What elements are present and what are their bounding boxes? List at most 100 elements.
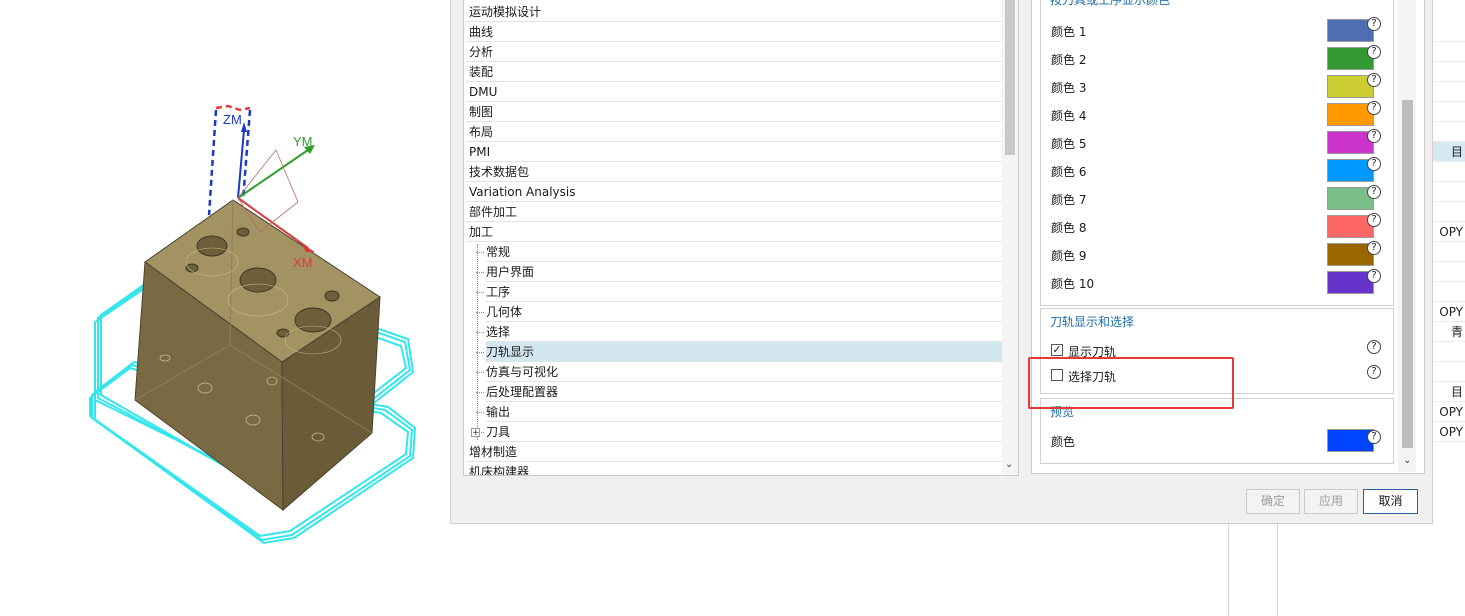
tree-item[interactable]: 用户界面	[486, 262, 1003, 282]
tree-item[interactable]: DMU	[466, 82, 1003, 102]
tree-item[interactable]: 机床构建器	[466, 462, 1003, 475]
help-icon[interactable]: ?	[1367, 430, 1381, 444]
color-label: 颜色 4	[1051, 109, 1087, 123]
axis-label-x: XM	[293, 255, 313, 270]
select-toolpath-checkbox[interactable]	[1051, 369, 1063, 381]
tree-item-label[interactable]: 增材制造	[466, 445, 517, 459]
tree-item[interactable]: 布局	[466, 122, 1003, 142]
show-toolpath-checkbox[interactable]: ✓	[1051, 344, 1063, 356]
toolpath-display-select-group: 刀轨显示和选择 ✓ 显示刀轨 ? 选择刀轨 ?	[1040, 308, 1394, 394]
show-toolpath-label[interactable]: 显示刀轨	[1068, 343, 1116, 360]
tree-connector	[476, 382, 486, 402]
tree-item[interactable]: Variation Analysis	[466, 182, 1003, 202]
cancel-button[interactable]: 取消	[1363, 489, 1418, 514]
color-label: 颜色 5	[1051, 137, 1087, 151]
tree-item-label[interactable]: PMI	[466, 145, 490, 159]
tree-item-label[interactable]: 工序	[486, 285, 510, 299]
help-icon[interactable]: ?	[1367, 101, 1381, 115]
tree-item-label[interactable]: 输出	[486, 405, 510, 419]
tree-item-label[interactable]: DMU	[466, 85, 497, 99]
help-icon[interactable]: ?	[1367, 129, 1381, 143]
tree-connector	[476, 242, 486, 262]
preview-color-label: 颜色	[1051, 435, 1076, 449]
settings-scrollbar-thumb[interactable]	[1402, 100, 1413, 448]
tree-item[interactable]: 选择	[486, 322, 1003, 342]
graphics-viewport[interactable]: ZM YM XM	[0, 0, 450, 616]
select-toolpath-label[interactable]: 选择刀轨	[1068, 368, 1116, 385]
scroll-down-arrow-icon[interactable]: ⌄	[1403, 455, 1411, 466]
help-icon[interactable]: ?	[1367, 185, 1381, 199]
tree-item[interactable]: 分析	[466, 42, 1003, 62]
tree-item[interactable]: PMI	[466, 142, 1003, 162]
ok-button[interactable]: 确定	[1246, 489, 1300, 514]
tree-item[interactable]: 后处理配置器	[486, 382, 1003, 402]
tree-item[interactable]: 曲线	[466, 22, 1003, 42]
tree-item-label[interactable]: 运动模拟设计	[466, 5, 541, 19]
help-icon[interactable]: ?	[1367, 241, 1381, 255]
toolpath-group-title: 刀轨显示和选择	[1050, 315, 1135, 329]
tree-item[interactable]: 部件加工	[466, 202, 1003, 222]
tree-item[interactable]: 运动模拟设计	[466, 2, 1003, 22]
tree-item-label[interactable]: 加工	[466, 225, 493, 239]
color-row: 颜色 2?	[1051, 45, 1391, 73]
color-group-title: 按刀具或工序显示颜色	[1050, 0, 1171, 7]
help-icon[interactable]: ?	[1367, 269, 1381, 283]
tree-item-label[interactable]: 刀轨显示	[486, 345, 534, 359]
scroll-down-arrow-icon[interactable]: ⌄	[1005, 459, 1013, 470]
tree-item-label[interactable]: 装配	[466, 65, 493, 79]
help-icon[interactable]: ?	[1367, 73, 1381, 87]
color-row: 颜色 5?	[1051, 129, 1391, 157]
tree-item-label[interactable]: 用户界面	[486, 265, 534, 279]
tree-item-label[interactable]: 机床构建器	[466, 465, 529, 475]
help-icon[interactable]: ?	[1367, 213, 1381, 227]
tree-item-label[interactable]: 技术数据包	[466, 165, 529, 179]
preferences-category-tree[interactable]: 运动模拟设计 曲线分析装配 DMU 制图布局 PMI 技术数据包 Variation Ana…	[463, 0, 1019, 476]
tree-item[interactable]: 加工	[466, 222, 1003, 242]
color-label: 颜色 3	[1051, 81, 1087, 95]
tree-item-label[interactable]: 选择	[486, 325, 510, 339]
tree-item-label[interactable]: 几何体	[486, 305, 522, 319]
tree-item[interactable]: 刀轨显示	[486, 342, 1003, 362]
tree-item-label[interactable]: 分析	[466, 45, 493, 59]
help-icon[interactable]: ?	[1367, 340, 1381, 354]
preview-color-row: 颜色 ?	[1051, 427, 1391, 455]
color-row: 颜色 9?	[1051, 241, 1391, 269]
tree-item[interactable]: 常规	[486, 242, 1003, 262]
help-icon[interactable]: ?	[1367, 157, 1381, 171]
apply-button[interactable]: 应用	[1304, 489, 1358, 514]
tree-item-label[interactable]: 常规	[486, 245, 510, 259]
tree-item[interactable]: 技术数据包	[466, 162, 1003, 182]
color-label: 颜色 1	[1051, 25, 1087, 39]
tree-connector	[476, 282, 486, 302]
color-row: 颜色 4?	[1051, 101, 1391, 129]
help-icon[interactable]: ?	[1367, 45, 1381, 59]
color-label: 颜色 8	[1051, 221, 1087, 235]
tree-scrollbar[interactable]: ⌄	[1002, 0, 1018, 474]
tree-item-label[interactable]: 部件加工	[466, 205, 517, 219]
preview-color-swatch[interactable]	[1327, 429, 1374, 452]
tree-item-label[interactable]: 刀具	[486, 425, 510, 439]
tree-item-label[interactable]: 后处理配置器	[486, 385, 558, 399]
tree-item[interactable]: 装配	[466, 62, 1003, 82]
settings-scrollbar[interactable]: ⌄	[1398, 0, 1416, 472]
tree-item[interactable]: 刀具	[486, 422, 1003, 442]
part-model-view[interactable]: ZM YM XM	[0, 0, 450, 616]
tree-item-label[interactable]: 布局	[466, 125, 493, 139]
tree-item[interactable]: 制图	[466, 102, 1003, 122]
tree-item[interactable]: 仿真与可视化	[486, 362, 1003, 382]
tree-item-label[interactable]: Variation Analysis	[466, 185, 576, 199]
color-row: 颜色 7?	[1051, 185, 1391, 213]
help-icon[interactable]: ?	[1367, 17, 1381, 31]
tree-item[interactable]: 输出	[486, 402, 1003, 422]
tree-item[interactable]: 几何体	[486, 302, 1003, 322]
tree-item-label[interactable]: 制图	[466, 105, 493, 119]
expand-plus-icon[interactable]: +	[471, 428, 480, 438]
color-row: 颜色 1?	[1051, 17, 1391, 45]
axis-label-y: YM	[293, 134, 313, 149]
tree-scrollbar-thumb[interactable]	[1005, 0, 1015, 155]
tree-item[interactable]: 工序	[486, 282, 1003, 302]
tree-item-label[interactable]: 曲线	[466, 25, 493, 39]
help-icon[interactable]: ?	[1367, 365, 1381, 379]
tree-item[interactable]: 增材制造	[466, 442, 1003, 462]
tree-item-label[interactable]: 仿真与可视化	[486, 365, 558, 379]
